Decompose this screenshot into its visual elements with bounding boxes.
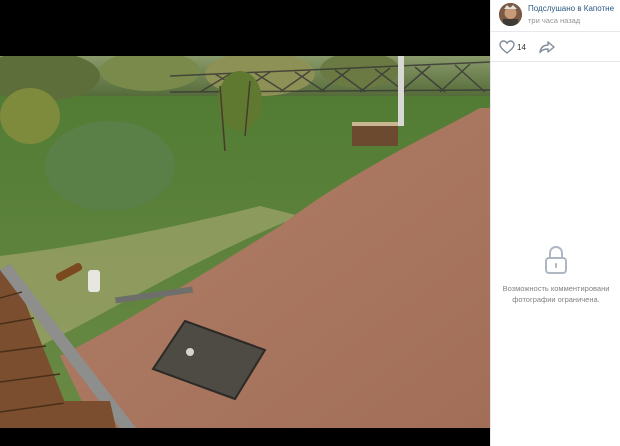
comments-locked-notice: Возможность комментировани фотографии ог… (491, 245, 620, 305)
heart-icon (499, 40, 515, 54)
like-button[interactable] (499, 40, 515, 54)
lock-icon (545, 245, 567, 274)
comments-locked-line2: фотографии ограничена. (512, 295, 600, 304)
comments-locked-line1: Возможность комментировани (502, 284, 610, 293)
share-button[interactable] (539, 40, 555, 54)
share-arrow-icon (539, 41, 555, 54)
post-timestamp[interactable]: три часа назад (528, 16, 580, 25)
avatar[interactable] (499, 3, 522, 26)
comments-locked-text: Возможность комментировани фотографии ог… (491, 283, 620, 305)
post-author: Подслушано в Капотне три часа назад (491, 0, 620, 32)
author-name-link[interactable]: Подслушано в Капотне (528, 4, 614, 13)
post-photo[interactable] (0, 56, 490, 428)
post-actions: 14 (491, 32, 620, 62)
like-count: 14 (517, 43, 526, 52)
photo-viewer (0, 0, 490, 446)
side-panel: Подслушано в Капотне три часа назад 14 В… (490, 0, 620, 446)
